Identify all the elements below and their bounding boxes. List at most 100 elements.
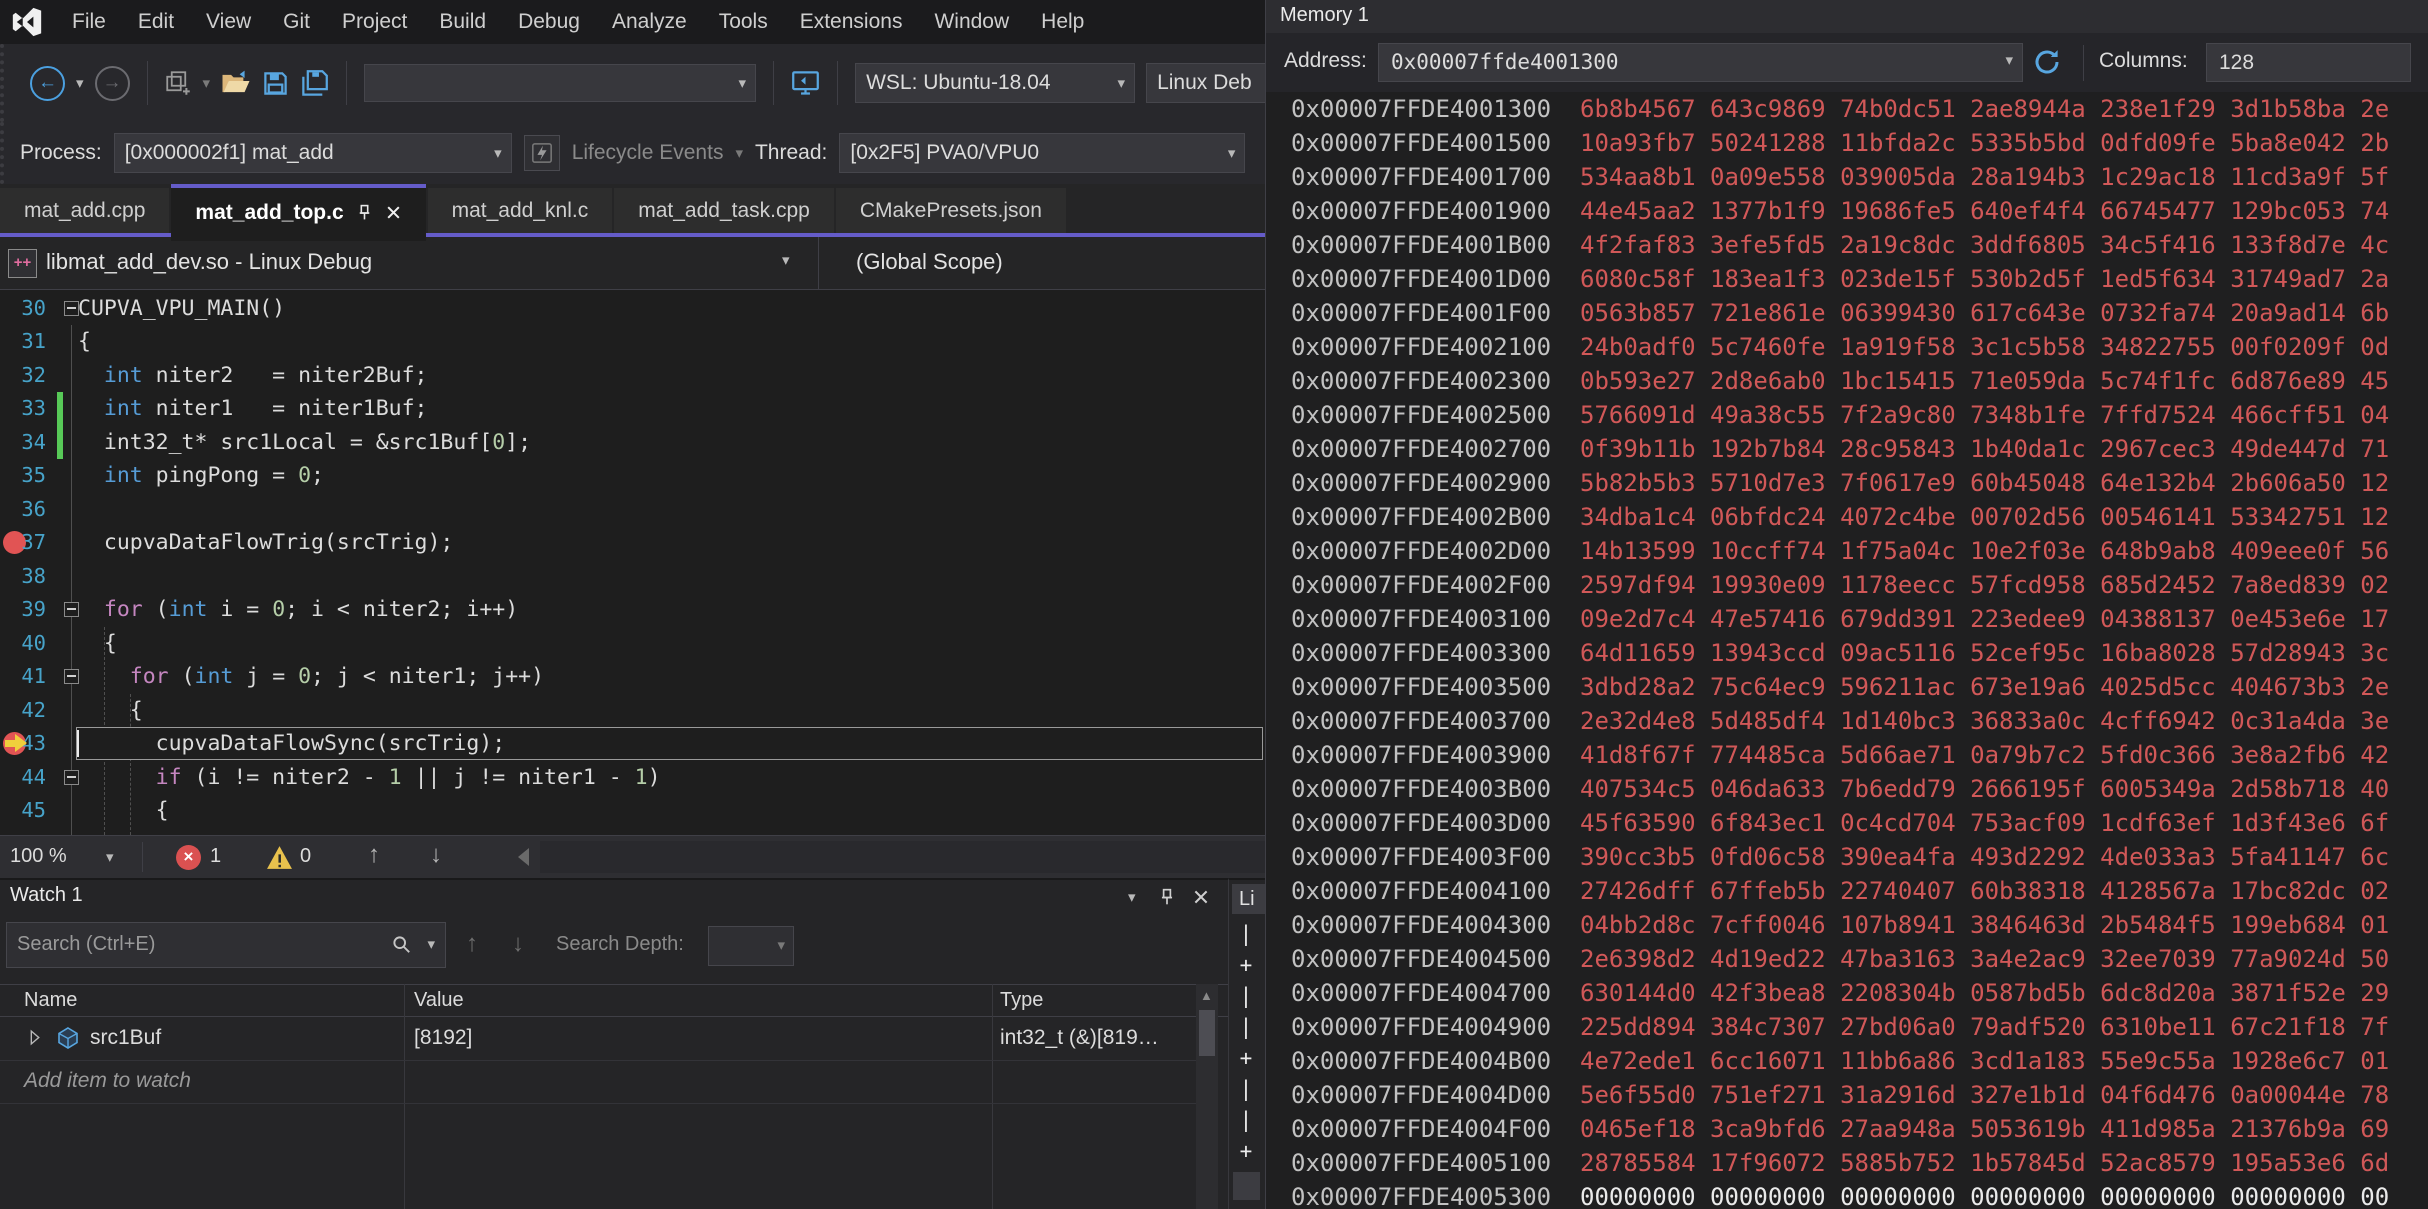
menu-project[interactable]: Project [326,0,423,44]
search-next-arrow-icon[interactable]: ↓ [512,930,524,958]
memory-address: 0x00007FFDE4003300 [1291,639,1551,667]
search-options-caret[interactable]: ▾ [427,935,435,953]
memory-values: 64d11659 13943ccd 09ac5116 52cef95c 16ba… [1551,639,2389,667]
memory-address: 0x00007FFDE4002300 [1291,367,1551,395]
horizontal-scrollbar[interactable] [540,841,1265,873]
pin-icon[interactable] [356,204,373,221]
warning-count[interactable]: 0 [300,845,311,868]
fold-toggle[interactable] [64,301,79,316]
zoom-level[interactable]: 100 % [10,845,67,868]
scrollbar-left-arrow-icon[interactable] [518,848,529,866]
memory-address: 0x00007FFDE4002700 [1291,435,1551,463]
navigate-back-dropdown[interactable]: ▾ [76,74,84,92]
address-input[interactable]: 0x00007ffde4001300 ▾ [1378,43,2023,82]
column-header-value[interactable]: Value [414,989,464,1012]
code-token: if [156,765,182,790]
watch-search-input[interactable]: Search (Ctrl+E) ▾ [6,922,446,968]
menu-tools[interactable]: Tools [703,0,784,44]
clipped-side-panel: Li |+||+||+ [1228,878,1265,1209]
debug-target-label: Linux Deb [1157,71,1252,95]
scrollbar-up-arrow-icon[interactable]: ▲ [1200,988,1213,1003]
address-dropdown-caret[interactable]: ▾ [2005,51,2013,69]
code-token: { [78,698,143,723]
lifecycle-events-icon[interactable] [524,135,560,171]
menu-view[interactable]: View [190,0,267,44]
tab-mat_add_task.cpp[interactable]: mat_add_task.cpp [614,188,834,233]
close-icon[interactable] [1192,888,1210,911]
menu-git[interactable]: Git [267,0,326,44]
fold-toggle[interactable] [64,669,79,684]
thread-dropdown[interactable]: [0x2F5] PVA0/VPU0▾ [839,133,1245,173]
debug-toolbar: Process: [0x000002f1] mat_add▾ Lifecycle… [0,122,1265,184]
search-depth-dropdown[interactable]: ▾ [708,926,794,966]
menu-build[interactable]: Build [423,0,502,44]
error-count[interactable]: 1 [210,845,221,868]
open-file-button[interactable] [221,70,251,97]
code-line-35: 35 int pingPong = 0; [0,459,1265,493]
lifecycle-events-dropdown[interactable]: ▾ [735,144,743,162]
clipped-panel-tab[interactable]: Li [1232,884,1265,914]
column-header-type[interactable]: Type [1000,989,1043,1012]
navigate-back-button[interactable]: ← [30,66,65,101]
memory-address: 0x00007FFDE4004D00 [1291,1081,1551,1109]
memory-address: 0x00007FFDE4004900 [1291,1013,1551,1041]
search-prev-arrow-icon[interactable]: ↑ [466,930,478,958]
process-dropdown[interactable]: [0x000002f1] mat_add▾ [114,133,512,173]
startup-item-combo[interactable]: ▾ [364,64,756,102]
save-all-button[interactable] [300,70,329,97]
memory-row: 0x00007FFDE4002500 5766091d 49a38c55 7f2… [1266,398,2428,432]
menu-help[interactable]: Help [1025,0,1100,44]
fold-toggle[interactable] [64,602,79,617]
memory-values: 5766091d 49a38c55 7f2a9c80 7348b1fe 7ffd… [1551,401,2389,429]
debug-target-button[interactable]: Linux Deb [1146,63,1265,103]
fold-toggle[interactable] [64,770,79,785]
menu-window[interactable]: Window [918,0,1025,44]
new-item-dropdown[interactable]: ▾ [203,74,211,92]
new-item-button[interactable] [165,70,192,97]
code-editor[interactable]: 2930CUPVA_VPU_MAIN()31{32 int niter2 = n… [0,290,1265,835]
menu-extensions[interactable]: Extensions [784,0,919,44]
tab-label: mat_add_knl.c [452,199,589,223]
memory-title-bar[interactable]: Memory 1 [1266,0,2428,34]
prev-issue-arrow-icon[interactable]: ↑ [368,841,380,869]
next-issue-arrow-icon[interactable]: ↓ [430,841,442,869]
code-text: if (i != niter2 - 1 || j != niter1 - 1) [78,761,661,795]
menu-debug[interactable]: Debug [502,0,596,44]
tab-mat_add_top.c[interactable]: mat_add_top.c [171,184,425,237]
tree-guide-glyph: | [1229,922,1263,946]
column-header-name[interactable]: Name [24,989,77,1012]
visual-studio-logo-icon [10,5,44,39]
wsl-target-dropdown[interactable]: WSL: Ubuntu-18.04▾ [855,63,1135,103]
module-dropdown[interactable]: libmat_add_dev.so - Linux Debug [46,249,372,275]
scrollbar-thumb[interactable] [1199,1010,1215,1056]
tab-strip: mat_add.cppmat_add_top.c mat_add_knl.c mat… [0,184,1265,237]
menu-edit[interactable]: Edit [122,0,190,44]
module-dropdown-caret[interactable]: ▾ [782,251,790,269]
watch-row[interactable]: src1Buf[8192]int32_t (&)[819… [0,1017,1196,1061]
memory-hex-view[interactable]: 0x00007FFDE4001300 6b8b4567 643c9869 74b… [1266,92,2428,1209]
expand-chevron-icon[interactable] [26,1029,43,1051]
memory-values: 6080c58f 183ea1f3 023de15f 530b2d5f 1ed5… [1551,265,2389,293]
browser-link-icon[interactable] [791,70,820,97]
window-menu-caret[interactable]: ▾ [1128,888,1136,906]
scope-dropdown[interactable]: (Global Scope) [856,249,1003,275]
pin-icon[interactable] [1158,888,1176,911]
tab-mat_add.cpp[interactable]: mat_add.cpp [0,188,169,233]
close-icon[interactable] [385,204,402,221]
error-icon[interactable]: × [176,845,201,870]
code-token: ; [311,463,324,488]
address-label: Address: [1284,49,1367,73]
navigate-forward-button[interactable]: → [95,66,130,101]
columns-input[interactable]: 128 [2206,43,2411,82]
refresh-icon[interactable] [2032,47,2062,82]
memory-row: 0x00007FFDE4001B00 4f2faf83 3efe5fd5 2a1… [1266,228,2428,262]
menu-analyze[interactable]: Analyze [596,0,703,44]
save-button[interactable] [262,70,289,97]
tab-mat_add_knl.c[interactable]: mat_add_knl.c [428,188,613,233]
watch-scrollbar[interactable]: ▲ [1196,984,1218,1209]
warning-icon[interactable] [266,845,293,875]
watch-add-row[interactable]: Add item to watch [0,1060,1196,1104]
menu-file[interactable]: File [56,0,122,44]
tab-cmakepresets.json[interactable]: CMakePresets.json [836,188,1066,233]
zoom-dropdown-caret[interactable]: ▾ [106,848,114,866]
